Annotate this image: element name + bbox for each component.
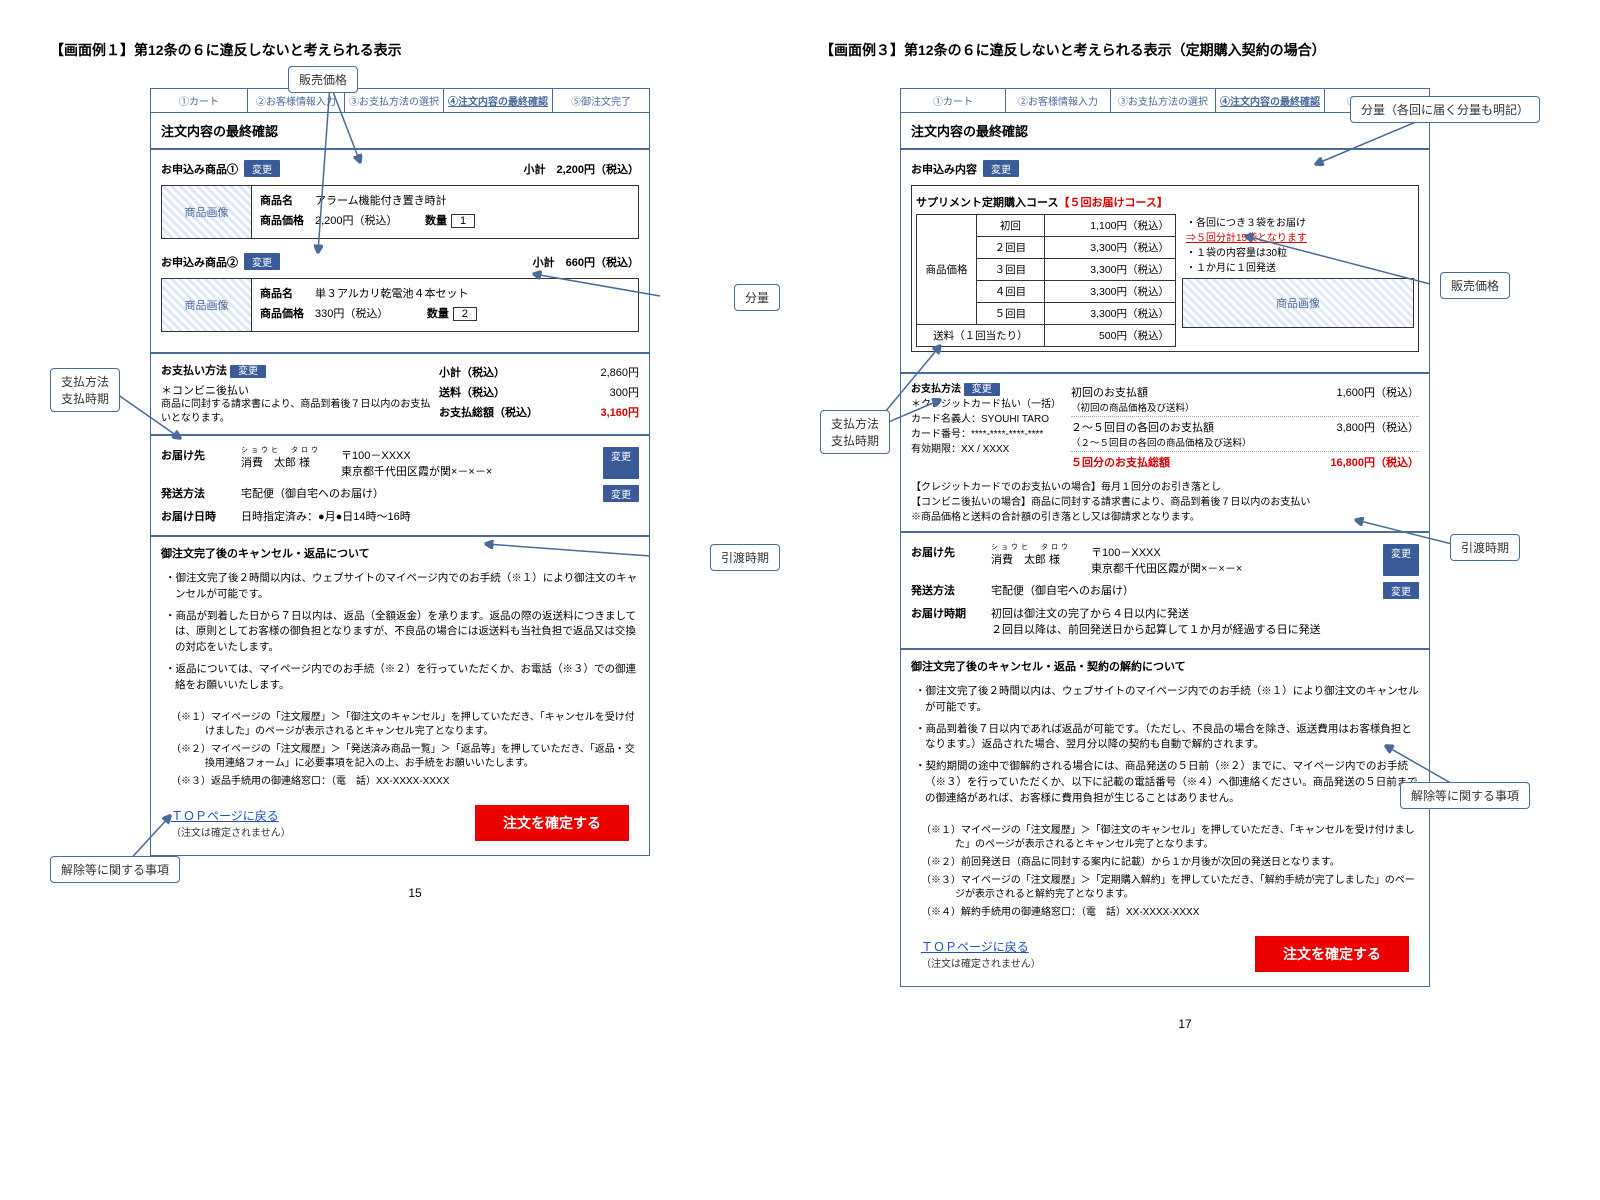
callout-qty: 分量（各回に届く分量も明記） bbox=[1350, 96, 1540, 123]
qty-input[interactable]: 2 bbox=[453, 307, 477, 321]
example-3: 【画面例３】第12条の６に違反しないと考えられる表示（定期購入契約の場合） 分量… bbox=[820, 40, 1550, 1031]
callout-qty: 分量 bbox=[734, 284, 780, 311]
qty-input[interactable]: 1 bbox=[451, 214, 475, 228]
callout-deliv: 引渡時期 bbox=[710, 544, 780, 571]
confirm-order-button[interactable]: 注文を確定する bbox=[1255, 936, 1409, 972]
example1-title: 【画面例１】第12条の６に違反しないと考えられる表示 bbox=[50, 40, 780, 60]
callout-price: 販売価格 bbox=[288, 66, 358, 93]
product-image-placeholder: 商品画像 bbox=[162, 279, 252, 331]
step-5: ⑤御注文完了 bbox=[553, 89, 649, 112]
item1-head: お申込み商品① bbox=[161, 161, 238, 177]
change-button[interactable]: 変更 bbox=[244, 253, 280, 270]
product-image-placeholder: 商品画像 bbox=[1182, 278, 1414, 328]
callout-cancel: 解除等に関する事項 bbox=[1400, 782, 1530, 809]
item2-head: お申込み商品② bbox=[161, 254, 238, 270]
change-button[interactable]: 変更 bbox=[603, 447, 639, 479]
callout-pay: 支払方法 支払時期 bbox=[50, 368, 120, 412]
confirm-title: 注文内容の最終確認 bbox=[151, 113, 649, 150]
change-button[interactable]: 変更 bbox=[603, 485, 639, 502]
change-button[interactable]: 変更 bbox=[964, 383, 1000, 396]
callout-price: 販売価格 bbox=[1440, 272, 1510, 299]
step-4: ④注文内容の最終確認 bbox=[444, 89, 553, 112]
step-3: ③お支払方法の選択 bbox=[345, 89, 444, 112]
order-frame: ①カート ②お客様情報入力 ③お支払方法の選択 ④注文内容の最終確認 ⑤御注文完… bbox=[150, 88, 650, 856]
change-button[interactable]: 変更 bbox=[1383, 582, 1419, 599]
confirm-order-button[interactable]: 注文を確定する bbox=[475, 805, 629, 841]
example-1: 【画面例１】第12条の６に違反しないと考えられる表示 販売価格 分量 支払方法 … bbox=[50, 40, 780, 1031]
product-image-placeholder: 商品画像 bbox=[162, 186, 252, 238]
page-number: 17 bbox=[820, 1017, 1550, 1031]
page-number: 15 bbox=[50, 886, 780, 900]
item2-box: 商品画像 商品名 単３アルカリ乾電池４本セット 商品価格 330円（税込） 数量… bbox=[161, 278, 639, 332]
item1-box: 商品画像 商品名 アラーム機能付き置き時計 商品価格 2,200円（税込） 数量… bbox=[161, 185, 639, 239]
callout-deliv: 引渡時期 bbox=[1450, 534, 1520, 561]
change-button[interactable]: 変更 bbox=[1383, 544, 1419, 576]
step-1: ①カート bbox=[151, 89, 248, 112]
change-button[interactable]: 変更 bbox=[244, 160, 280, 177]
checkout-steps: ①カート ②お客様情報入力 ③お支払方法の選択 ④注文内容の最終確認 ⑤御注文完… bbox=[151, 89, 649, 113]
callout-pay: 支払方法 支払時期 bbox=[820, 410, 890, 454]
example3-title: 【画面例３】第12条の６に違反しないと考えられる表示（定期購入契約の場合） bbox=[820, 40, 1550, 60]
top-link[interactable]: ＴＯＰページに戻る bbox=[921, 938, 1041, 955]
order-frame: ①カート ②お客様情報入力 ③お支払方法の選択 ④注文内容の最終確認 ⑤御注文完… bbox=[900, 88, 1430, 987]
top-link[interactable]: ＴＯＰページに戻る bbox=[171, 807, 291, 824]
cancel-notes: ・御注文完了後２時間以内は、ウェブサイトのマイページ内でのお手続（※１）により御… bbox=[151, 565, 649, 709]
callout-cancel: 解除等に関する事項 bbox=[50, 856, 180, 883]
change-button[interactable]: 変更 bbox=[230, 365, 266, 378]
change-button[interactable]: 変更 bbox=[983, 160, 1019, 177]
cancel-title: 御注文完了後のキャンセル・返品について bbox=[151, 535, 649, 565]
